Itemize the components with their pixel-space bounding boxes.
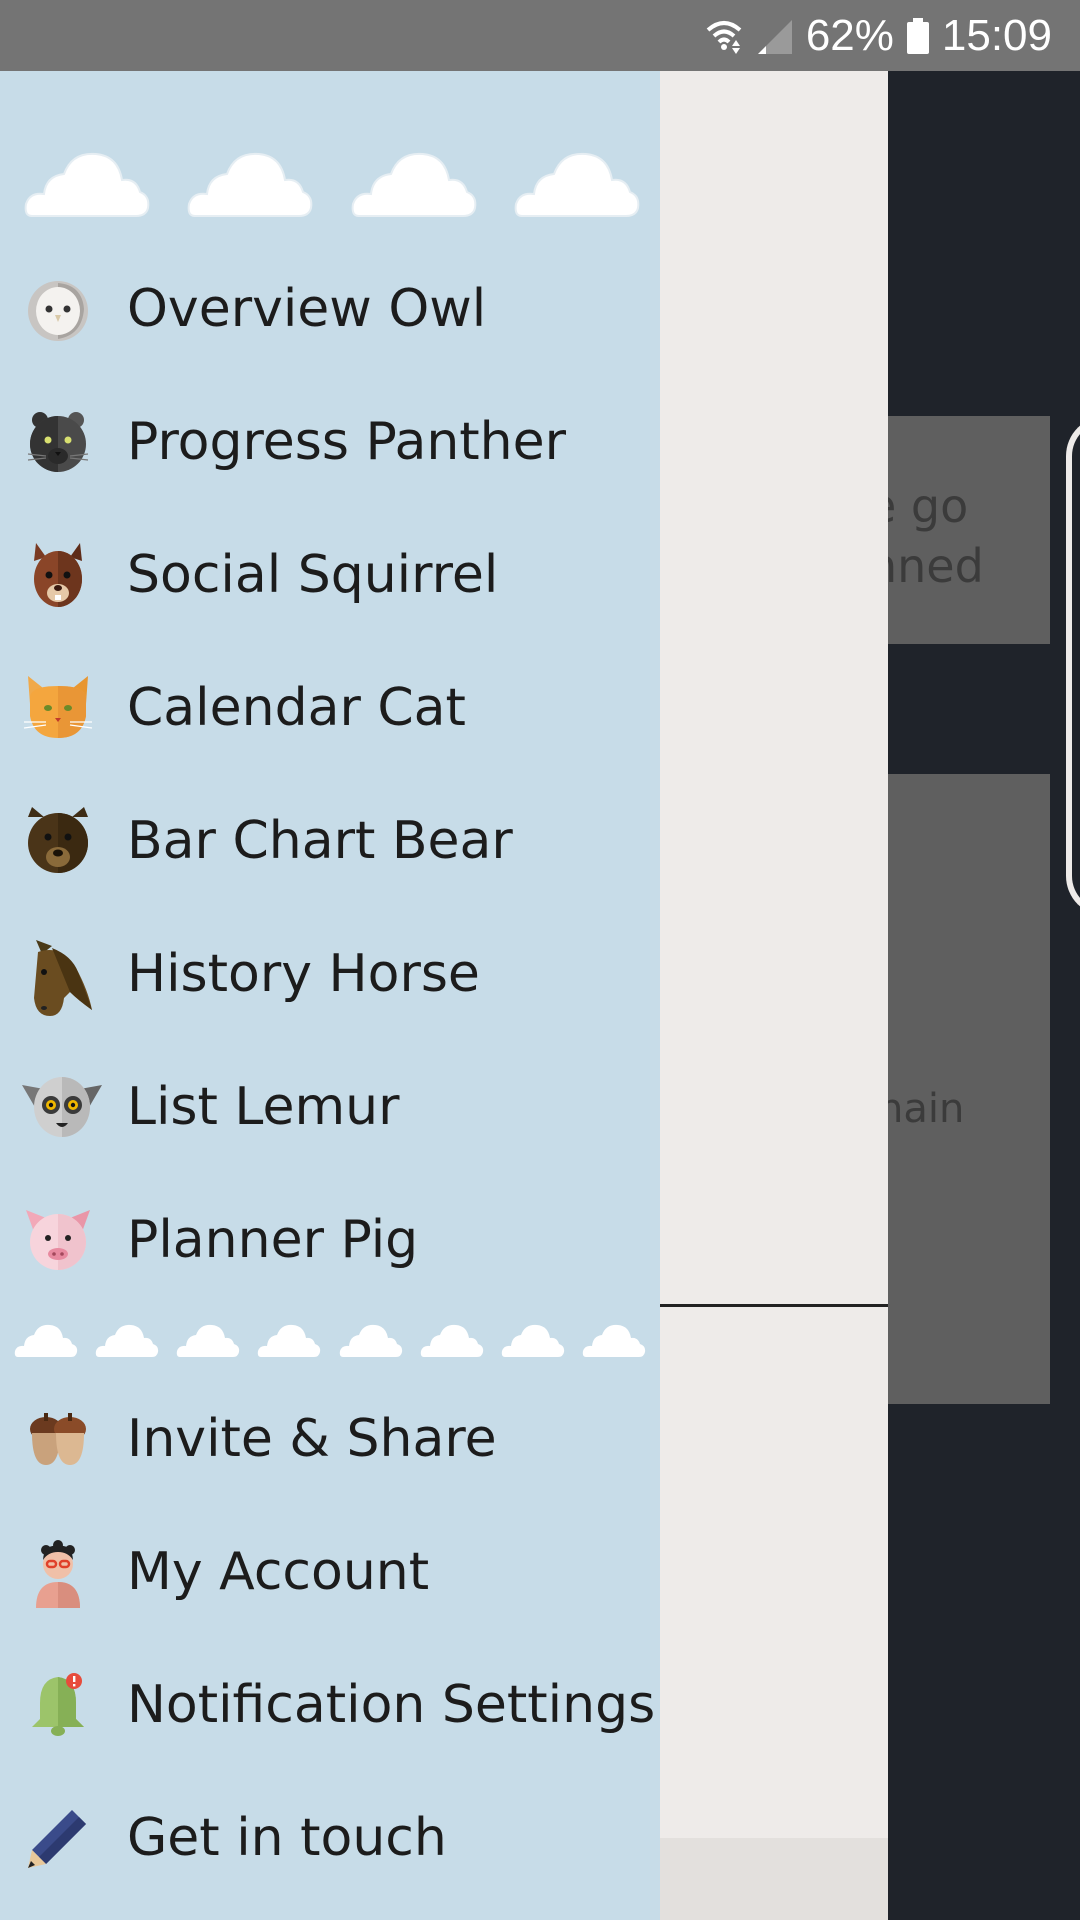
cloud-icon	[176, 1321, 240, 1365]
owl-icon	[22, 273, 94, 345]
battery-icon	[906, 16, 930, 56]
cloud-icon	[582, 1321, 646, 1365]
cloud-icon	[420, 1321, 484, 1365]
background-card-text: nain	[888, 1086, 965, 1132]
clouds-decoration-divider	[14, 1321, 646, 1365]
acorns-icon	[22, 1403, 94, 1475]
bell-icon	[22, 1669, 94, 1741]
menu-item-label: Progress Panther	[127, 412, 567, 472]
cloud-icon	[351, 146, 477, 226]
cloud-icon	[24, 146, 150, 226]
account-avatar-icon	[22, 1536, 94, 1608]
clouds-decoration-top	[24, 146, 640, 226]
cloud-icon	[187, 146, 313, 226]
pig-icon	[22, 1204, 94, 1276]
background-card-text: e go nned	[888, 479, 984, 593]
pencil-icon	[22, 1802, 94, 1874]
cloud-icon	[257, 1321, 321, 1365]
menu-item-label: My Account	[127, 1542, 430, 1602]
menu-item-notification-settings[interactable]: Notification Settings	[0, 1650, 660, 1760]
menu-item-invite-share[interactable]: Invite & Share	[0, 1384, 660, 1494]
divider	[660, 1304, 888, 1307]
menu-item-overview-owl[interactable]: Overview Owl	[0, 254, 660, 364]
menu-item-label: List Lemur	[127, 1077, 400, 1137]
cloud-icon	[514, 146, 640, 226]
menu-item-list-lemur[interactable]: List Lemur	[0, 1052, 660, 1162]
menu-item-planner-pig[interactable]: Planner Pig	[0, 1185, 660, 1295]
status-icons: 62% 15:09	[704, 0, 1052, 71]
menu-item-label: Notification Settings	[127, 1675, 656, 1735]
menu-item-label: Overview Owl	[127, 279, 487, 339]
cloud-icon	[501, 1321, 565, 1365]
battery-percent: 62%	[805, 10, 894, 60]
background-panel	[660, 71, 888, 1920]
menu-item-label: History Horse	[127, 944, 480, 1004]
horse-icon	[22, 938, 94, 1016]
menu-item-label: Invite & Share	[127, 1409, 497, 1469]
menu-item-label: Social Squirrel	[127, 545, 499, 605]
menu-item-get-in-touch[interactable]: Get in touch	[0, 1783, 660, 1893]
menu-item-history-horse[interactable]: History Horse	[0, 919, 660, 1029]
cloud-icon	[95, 1321, 159, 1365]
menu-item-bar-chart-bear[interactable]: Bar Chart Bear	[0, 786, 660, 896]
menu-item-label: Get in touch	[127, 1808, 447, 1868]
clock: 15:09	[941, 10, 1052, 60]
background-edge-shape	[1066, 416, 1080, 916]
cat-icon	[22, 672, 94, 744]
panther-icon	[22, 406, 94, 478]
wifi-icon	[704, 16, 744, 56]
cloud-icon	[14, 1321, 78, 1365]
menu-item-my-account[interactable]: My Account	[0, 1517, 660, 1627]
bear-icon	[22, 805, 94, 877]
background-footer	[660, 1838, 888, 1920]
lemur-icon	[22, 1071, 102, 1143]
menu-item-social-squirrel[interactable]: Social Squirrel	[0, 520, 660, 630]
navigation-drawer: Overview Owl Progress Panther Social Squ…	[0, 71, 660, 1920]
squirrel-icon	[22, 539, 94, 611]
cloud-icon	[339, 1321, 403, 1365]
menu-item-label: Bar Chart Bear	[127, 811, 513, 871]
menu-item-label: Calendar Cat	[127, 678, 466, 738]
menu-item-progress-panther[interactable]: Progress Panther	[0, 387, 660, 497]
menu-item-label: Planner Pig	[127, 1210, 419, 1270]
cellular-signal-icon	[756, 16, 794, 56]
status-bar: 62% 15:09	[0, 0, 1080, 71]
menu-item-calendar-cat[interactable]: Calendar Cat	[0, 653, 660, 763]
